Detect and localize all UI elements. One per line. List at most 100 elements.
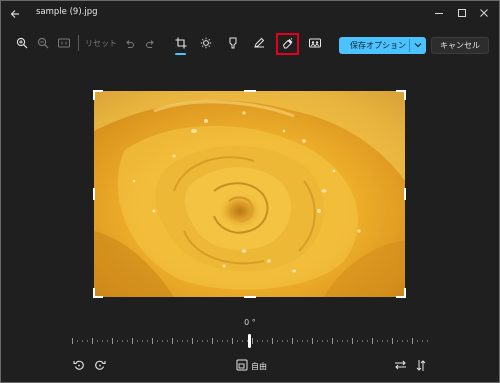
ruler-tick [402,340,403,342]
ruler-tick [387,340,388,342]
ruler-tick [322,340,323,342]
ruler-tick [397,340,398,342]
ruler-tick [267,340,268,342]
ruler-tick [412,338,413,344]
flip-horizontal-icon [394,360,406,370]
ruler-tick [152,338,153,344]
ruler-tick [307,340,308,342]
actual-size-icon [58,38,70,48]
aspect-ratio-label[interactable]: 自由 [251,361,267,372]
arrow-left-icon [10,10,19,18]
crop-handle-top-right-v[interactable] [404,90,406,100]
ruler-tick [342,340,343,342]
ruler-tick [122,340,123,342]
crop-handle-right[interactable] [404,188,406,200]
ruler-tick [327,340,328,342]
crop-handle-bottom-right-v[interactable] [404,288,406,298]
filter-icon [229,37,237,49]
crop-handle-left[interactable] [93,188,95,200]
ruler-tick [392,338,393,344]
ruler-tick [217,340,218,342]
toolbar-divider [78,35,79,51]
chevron-down-icon[interactable] [413,40,423,50]
title-bar: sample (9).jpg [0,0,500,26]
zoom-in-button[interactable] [13,32,31,54]
window-title: sample (9).jpg [36,7,98,17]
background-tool-button[interactable] [306,32,324,54]
ruler-tick [257,340,258,342]
ruler-tick [87,340,88,342]
flip-vertical-icon [416,359,426,371]
ruler-tick [77,340,78,342]
ruler-tick [82,340,83,342]
save-options-button[interactable]: 保存オプション [339,37,426,54]
rotate-left-icon [73,360,84,370]
ruler-tick [222,340,223,342]
crop-handle-top[interactable] [244,90,256,92]
back-button[interactable] [8,6,22,20]
zoom-in-icon [16,37,28,49]
erase-tool-highlight-box [276,33,299,55]
minimize-button[interactable] [431,5,447,21]
straighten-slider[interactable] [70,333,430,349]
close-icon [480,9,488,17]
ruler-tick [187,340,188,342]
ruler-tick [102,340,103,342]
filter-tool-button[interactable] [224,32,242,54]
maximize-button[interactable] [454,5,470,21]
zoom-out-button[interactable] [34,32,52,54]
flip-horizontal-button[interactable] [392,357,408,373]
ruler-tick [377,340,378,342]
ruler-tick [172,338,173,344]
ruler-tick [112,338,113,344]
ruler-tick [212,338,213,344]
ruler-tick [117,340,118,342]
aspect-ratio-icon-wrap[interactable] [234,357,250,373]
photo-canvas[interactable] [94,91,405,297]
crop-handle-top-left-v[interactable] [93,90,95,100]
rotation-angle-label: 0 ° [244,318,256,327]
actual-size-button[interactable] [55,32,73,54]
ruler-tick [137,340,138,342]
ruler-tick [182,340,183,342]
ruler-tick [252,338,253,344]
crop-handle-bottom[interactable] [244,296,256,298]
ruler-tick [277,340,278,342]
crop-handle-bottom-left-v[interactable] [93,288,95,298]
flip-vertical-button[interactable] [413,357,429,373]
rose-photo [94,91,405,297]
undo-button[interactable] [120,32,138,54]
ruler-tick [192,338,193,344]
ruler-tick [72,338,73,344]
rotate-right-button[interactable] [92,357,108,373]
ruler-tick [142,340,143,342]
ruler-tick [227,340,228,342]
ruler-tick [237,340,238,342]
ruler-tick [422,340,423,342]
ruler-tick [247,340,248,342]
ruler-tick [347,340,348,342]
ruler-tick [297,340,298,342]
rotate-left-button[interactable] [71,357,87,373]
ruler-tick [352,338,353,344]
ruler-tick [207,340,208,342]
reset-button[interactable]: リセット [85,38,117,49]
ruler-tick [367,340,368,342]
ruler-tick [292,338,293,344]
redo-icon [145,39,154,48]
save-button-divider [409,39,410,52]
close-button[interactable] [476,5,492,21]
ruler-tick [132,338,133,344]
adjustment-tool-button[interactable] [197,32,215,54]
ruler-tick [157,340,158,342]
ruler-tick [312,338,313,344]
ruler-tick [197,340,198,342]
slider-thumb[interactable] [248,334,251,348]
ruler-tick [382,340,383,342]
crop-tool-button[interactable] [172,32,190,54]
ruler-tick [97,340,98,342]
brightness-icon [200,37,212,49]
redo-button[interactable] [141,32,159,54]
cancel-button[interactable]: キャンセル [431,37,489,54]
markup-tool-button[interactable] [250,32,268,54]
